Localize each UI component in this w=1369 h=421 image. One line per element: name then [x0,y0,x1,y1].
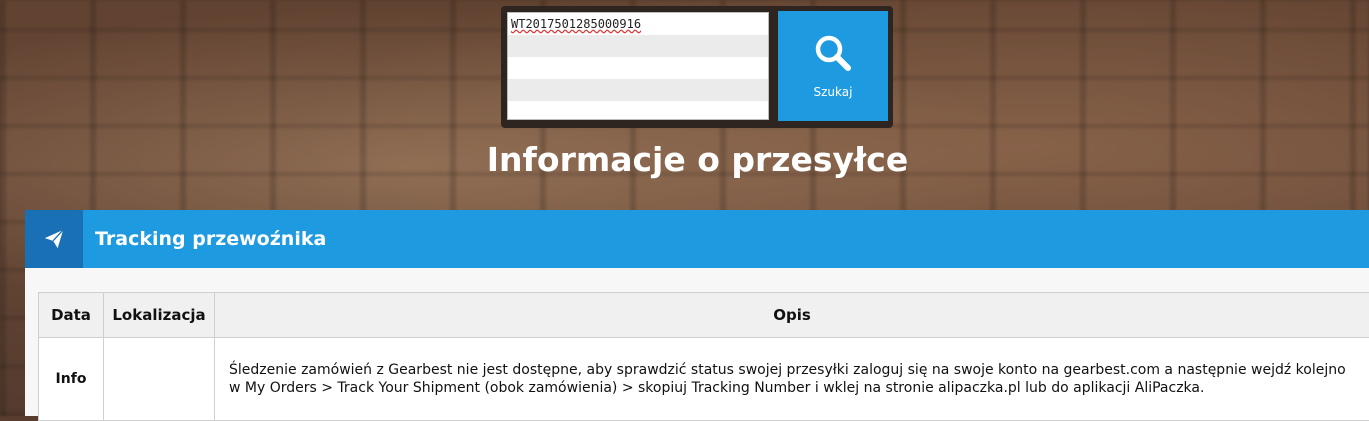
search-box: WT2017501285000916 Szukaj [501,6,893,128]
column-header-location: Lokalizacja [104,293,215,338]
tracking-table: Data Lokalizacja Opis Info Śledzenie zam… [38,292,1369,421]
paper-plane-icon [43,228,65,250]
panel-header: Tracking przewoźnika [25,210,1369,268]
row-location [104,338,215,421]
page-title: Informacje o przesyłce [0,140,1369,179]
row-description: Śledzenie zamówień z Gearbest nie jest d… [215,338,1369,421]
table-row: Info Śledzenie zamówień z Gearbest nie j… [39,338,1369,421]
search-icon [813,33,853,73]
row-date: Info [39,338,104,421]
column-header-date: Data [39,293,104,338]
column-header-description: Opis [215,293,1369,338]
panel-icon-box [25,210,83,268]
search-button[interactable]: Szukaj [778,11,888,121]
table-header-row: Data Lokalizacja Opis [39,293,1369,338]
tracking-number-input[interactable]: WT2017501285000916 [507,12,769,120]
carrier-tracking-panel: Tracking przewoźnika Data Lokalizacja Op… [25,210,1369,416]
panel-title: Tracking przewoźnika [95,228,326,250]
search-button-label: Szukaj [814,85,853,99]
